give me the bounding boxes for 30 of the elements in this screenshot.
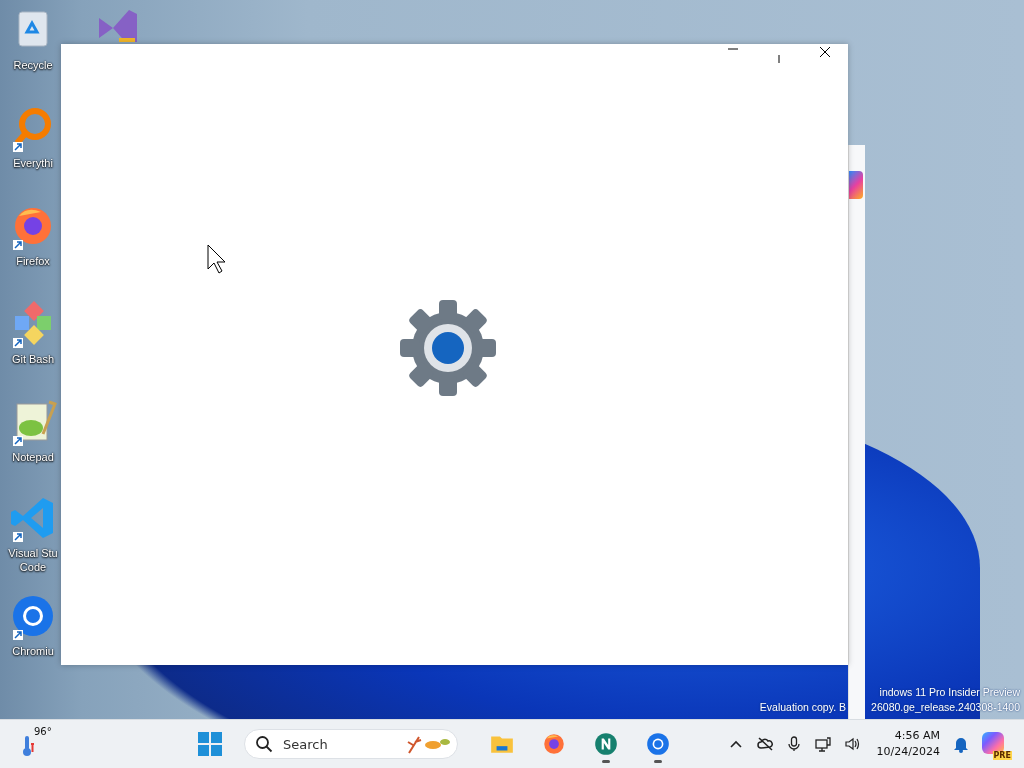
four-squares-icon (198, 732, 222, 756)
microphone-icon[interactable] (785, 736, 802, 752)
close-icon (819, 46, 831, 58)
search-field[interactable]: Search (281, 735, 395, 753)
preview-badge: PRE (992, 751, 1012, 760)
icon-label[interactable]: Notepad (12, 450, 54, 464)
chromium-icon (645, 731, 671, 757)
speaker-icon[interactable] (843, 736, 860, 752)
search-icon (255, 735, 273, 753)
clock-time[interactable]: 4:56 AM (894, 728, 940, 744)
icon-label[interactable]: Firefox (16, 254, 50, 268)
icon-label[interactable]: Visual Stu Code (6, 546, 60, 574)
fox-globe-icon (541, 731, 567, 757)
vertical-line-icon (778, 55, 780, 63)
icon-label[interactable]: Chromiu (12, 644, 54, 658)
bell-icon[interactable] (953, 735, 969, 753)
thermometer-icon[interactable] (22, 734, 34, 756)
watermark-text: Evaluation copy. B (759, 701, 846, 713)
colorful-app-icon (849, 171, 863, 199)
temperature-text[interactable]: 96° (34, 726, 52, 737)
search-bar[interactable]: Search (244, 729, 458, 759)
clock-date[interactable]: 10/24/2024 (876, 744, 940, 760)
watermark-text: indows 11 Pro Insider Preview (879, 686, 1020, 698)
monitor-network-icon[interactable] (814, 736, 831, 752)
mouse-cursor-icon (207, 244, 227, 274)
letter-n-globe-icon (593, 731, 619, 757)
icon-label[interactable]: Recycle (13, 58, 53, 72)
cloud-off-icon[interactable] (756, 736, 773, 752)
icon-label[interactable]: Git Bash (11, 352, 55, 366)
icon-label[interactable]: Everythi (13, 156, 53, 170)
